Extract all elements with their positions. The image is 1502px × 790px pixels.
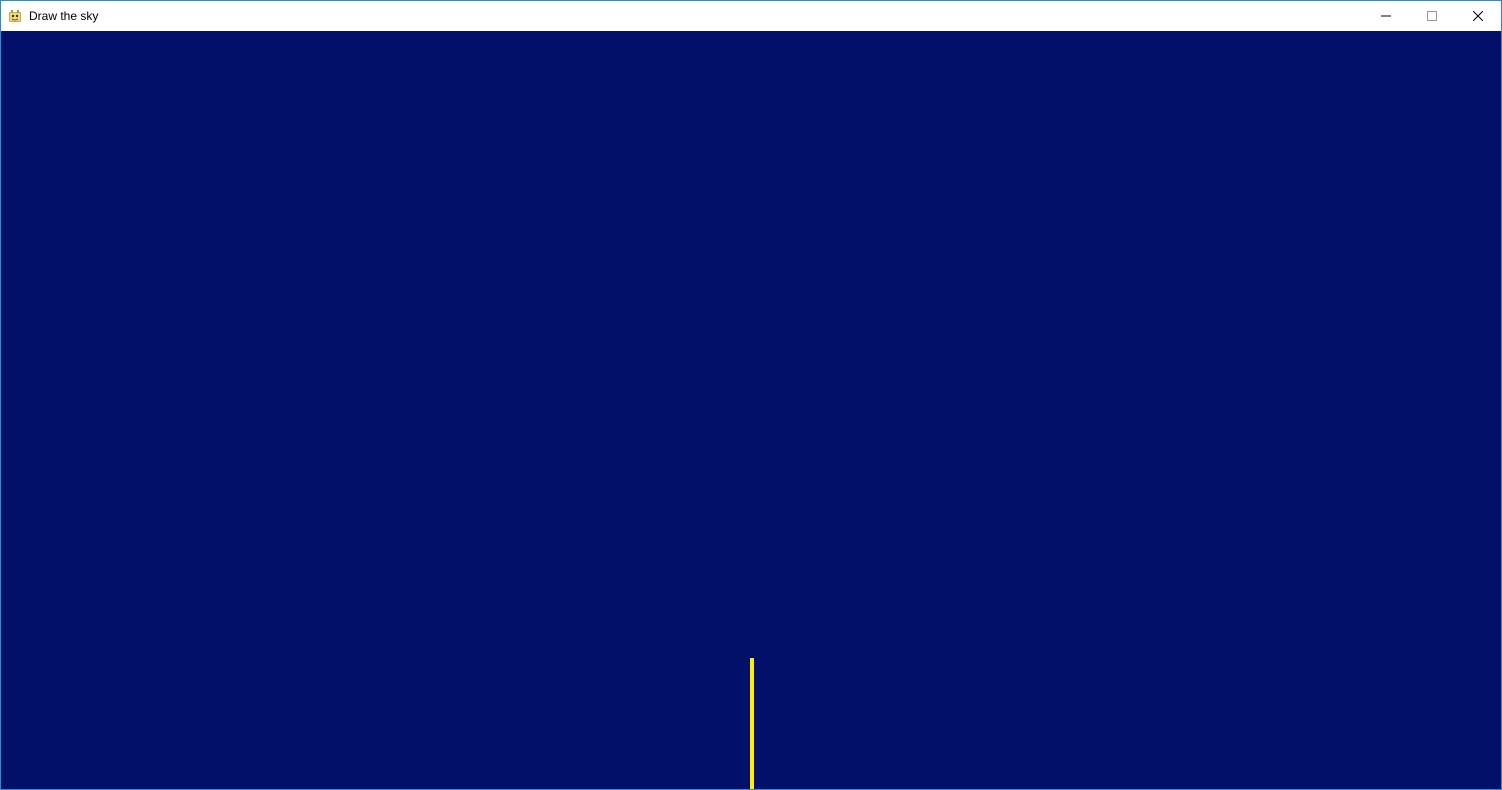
drawn-line [750,658,754,789]
maximize-icon [1427,11,1437,21]
minimize-icon [1381,11,1391,21]
app-icon [7,8,23,24]
maximize-button[interactable] [1409,1,1455,31]
window-controls [1363,1,1501,31]
titlebar[interactable]: Draw the sky [1,1,1501,31]
app-window: Draw the sky [0,0,1502,790]
close-icon [1473,11,1483,21]
drawing-canvas[interactable] [1,31,1501,789]
minimize-button[interactable] [1363,1,1409,31]
close-button[interactable] [1455,1,1501,31]
window-title: Draw the sky [29,1,1363,31]
